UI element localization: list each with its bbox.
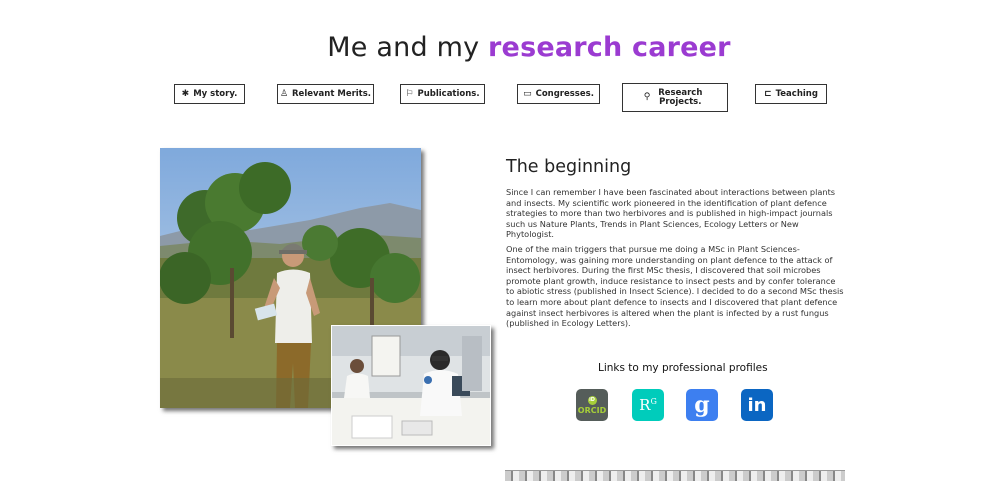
nav-my-story-label: My story.	[193, 89, 238, 99]
chat-icon: ⊏	[764, 88, 772, 99]
nav-research-projects-button[interactable]: ⚲ Research Projects.	[622, 83, 728, 112]
intro-paragraph: Since I can remember I have been fascina…	[506, 187, 836, 240]
nav-my-story-button[interactable]: ✱ My story.	[174, 84, 245, 104]
nav-publications-label: Publications.	[417, 89, 480, 99]
orcid-icon: iD	[587, 395, 597, 405]
researchgate-sup: G	[650, 397, 657, 406]
nav-congresses-button[interactable]: ▭ Congresses.	[517, 84, 600, 104]
nav-relevant-merits-button[interactable]: ♙ Relevant Merits.	[277, 84, 374, 104]
nav-relevant-merits-label: Relevant Merits.	[292, 89, 372, 99]
nav-teaching-label: Teaching	[775, 89, 818, 99]
search-icon: ⚲	[643, 92, 651, 102]
researchgate-letter: R	[639, 396, 651, 414]
nav-research-projects-label: Research Projects.	[658, 87, 703, 107]
linkedin-icon: in	[747, 394, 767, 416]
google-scholar-icon: g	[694, 392, 710, 418]
profiles-heading: Links to my professional profiles	[598, 362, 768, 374]
orcid-profile-link[interactable]: iD ORCID	[576, 389, 608, 421]
monitor-icon: ▭	[523, 88, 532, 99]
asterisk-icon: ✱	[181, 88, 190, 99]
msc-paragraph: One of the main triggers that pursue me …	[506, 244, 844, 329]
researchgate-profile-link[interactable]: RG	[632, 389, 664, 421]
award-icon: ♙	[279, 88, 289, 99]
bookmark-icon: ⚐	[405, 88, 414, 99]
nav-teaching-button[interactable]: ⊏ Teaching	[755, 84, 827, 104]
nav-publications-button[interactable]: ⚐ Publications.	[400, 84, 485, 104]
researchgate-icon: RG	[639, 396, 657, 414]
nav-congresses-label: Congresses.	[535, 89, 594, 99]
lab-photo	[331, 325, 491, 446]
linkedin-profile-link[interactable]: in	[741, 389, 773, 421]
google-scholar-profile-link[interactable]: g	[686, 389, 718, 421]
section-nav: ✱ My story. ♙ Relevant Merits. ⚐ Publica…	[0, 0, 1000, 120]
section-title: The beginning	[506, 157, 632, 177]
orcid-label: ORCID	[577, 405, 607, 415]
lab-photo-graphic	[332, 326, 490, 445]
